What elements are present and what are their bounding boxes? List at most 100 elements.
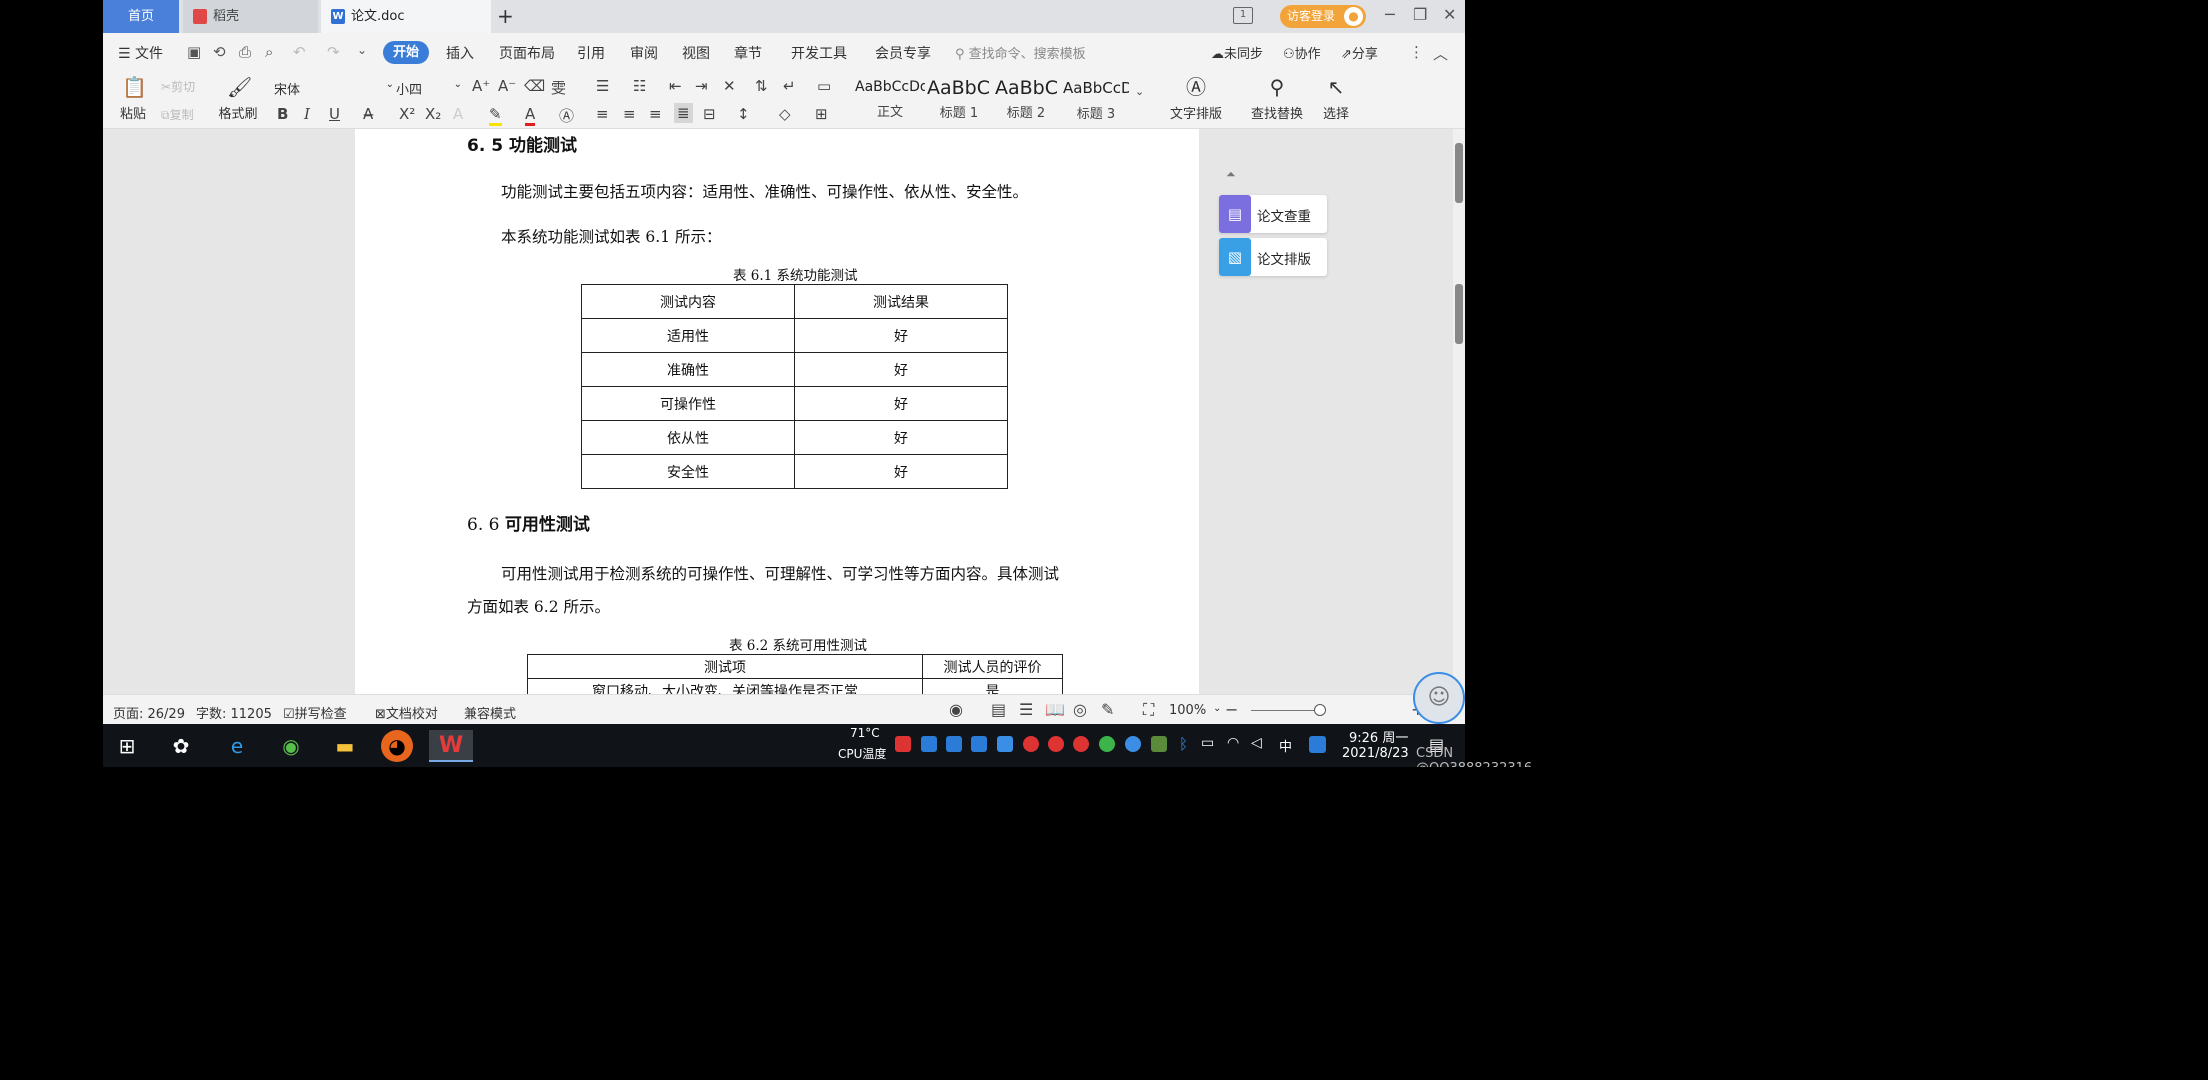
ruler-icon[interactable]: ▭ <box>817 77 831 95</box>
tray-app-icon[interactable] <box>1125 736 1141 752</box>
shield-icon[interactable] <box>997 736 1013 752</box>
undo-history-icon[interactable]: ⟲ <box>213 43 226 61</box>
char-border-icon[interactable]: Ⓐ <box>559 105 574 126</box>
style-heading-3[interactable]: AaBbCcD 标题 3 <box>1063 79 1129 122</box>
underline-icon[interactable]: U <box>329 105 340 123</box>
tab-developer[interactable]: 开发工具 <box>791 43 847 63</box>
show-marks-icon[interactable]: ↵ <box>783 77 796 95</box>
close-button[interactable]: ✕ <box>1443 5 1456 24</box>
sort-icon[interactable]: ⇅ <box>755 77 768 95</box>
chinese-layout-icon[interactable]: ✕ <box>723 77 736 95</box>
visitor-login-button[interactable]: 访客登录 ● <box>1280 5 1366 28</box>
document-page[interactable]: 6. 5 功能测试 功能测试主要包括五项内容：适用性、准确性、可操作性、依从性、… <box>355 129 1199 694</box>
qq-icon[interactable] <box>1048 736 1064 752</box>
save-icon[interactable]: ▣ <box>187 43 201 61</box>
shrink-font-icon[interactable]: A⁻ <box>498 77 516 95</box>
file-menu[interactable]: ☰ 文件 <box>118 43 163 63</box>
numbered-list-icon[interactable]: ☷ <box>633 77 646 95</box>
new-tab-button[interactable]: + <box>497 4 514 28</box>
justify-icon[interactable]: ≣ <box>674 103 693 123</box>
command-search[interactable]: ⚲ 查找命令、搜索模板 <box>955 43 1086 62</box>
tray-app-icon[interactable] <box>1099 736 1115 752</box>
style-normal[interactable]: AaBbCcDd 正文 <box>855 79 925 120</box>
tab-home[interactable]: 首页 <box>103 0 179 33</box>
zoom-slider[interactable] <box>1251 710 1317 711</box>
wps-taskbar-icon[interactable]: W <box>429 730 473 762</box>
decrease-indent-icon[interactable]: ⇤ <box>669 77 682 95</box>
restore-button[interactable]: ❐ <box>1413 5 1427 24</box>
cut-button[interactable]: ✂剪切 <box>161 78 195 95</box>
scrollbar-thumb[interactable] <box>1455 284 1463 344</box>
grow-font-icon[interactable]: A⁺ <box>472 77 490 95</box>
sync-status[interactable]: ☁未同步 <box>1211 43 1263 62</box>
customize-chevron-icon[interactable]: ⌄ <box>357 43 367 57</box>
tray-app-icon[interactable] <box>895 736 911 752</box>
word-count[interactable]: 字数: 11205 <box>196 703 272 722</box>
green-app-icon[interactable]: ◉ <box>273 730 309 762</box>
collapse-ribbon-icon[interactable]: ︿ <box>1433 43 1448 64</box>
volume-icon[interactable]: ◁ <box>1251 735 1262 751</box>
minimize-button[interactable]: ─ <box>1385 5 1395 24</box>
tab-view[interactable]: 视图 <box>682 43 710 63</box>
font-name-select[interactable]: 宋体 ⌄ <box>274 79 394 98</box>
app-orange-icon[interactable]: ◕ <box>381 730 413 762</box>
shading-icon[interactable]: ◇ <box>779 105 791 123</box>
web-view-icon[interactable]: ◎ <box>1073 700 1087 719</box>
text-layout-button[interactable]: Ⓐ 文字排版 <box>1165 75 1227 122</box>
tray-app-icon[interactable] <box>971 736 987 752</box>
style-heading-2[interactable]: AaBbC 标题 2 <box>995 77 1057 121</box>
search-q-icon[interactable] <box>1309 736 1326 753</box>
scrollbar-thumb[interactable] <box>1455 143 1463 203</box>
ie-browser-icon[interactable]: e <box>219 730 255 762</box>
undo-icon[interactable]: ↶ <box>293 43 306 61</box>
app-pinwheel-icon[interactable]: ✿ <box>163 730 199 762</box>
phonetic-icon[interactable]: 雯 <box>551 77 566 98</box>
start-windows-icon[interactable]: ⊞ <box>109 730 145 762</box>
vertical-scrollbar[interactable] <box>1453 129 1465 694</box>
bullet-list-icon[interactable]: ☰ <box>596 77 609 95</box>
battery-icon[interactable]: ▭ <box>1201 735 1214 751</box>
print-icon[interactable]: ⎙ <box>239 43 251 61</box>
align-center-icon[interactable]: ≡ <box>623 105 636 123</box>
tab-insert[interactable]: 插入 <box>446 43 474 63</box>
bluetooth-icon[interactable]: ᛒ <box>1179 735 1188 753</box>
zoom-level[interactable]: 100% <box>1169 703 1206 718</box>
select-button[interactable]: ↖ 选择 <box>1317 75 1355 122</box>
page-view-icon[interactable]: ▤ <box>991 700 1006 719</box>
reading-view-icon[interactable]: 📖 <box>1045 700 1065 719</box>
clock-time[interactable]: 9:26 周一 <box>1349 727 1408 746</box>
fit-page-icon[interactable]: ⛶ <box>1143 700 1154 720</box>
zoom-out-icon[interactable]: − <box>1225 700 1238 719</box>
zoom-dropdown-icon[interactable]: ⌄ <box>1213 703 1221 714</box>
file-explorer-icon[interactable]: ▬ <box>327 730 363 762</box>
paper-format-button[interactable]: ▧ 论文排版 <box>1219 238 1327 276</box>
qq-icon[interactable] <box>1073 736 1089 752</box>
borders-icon[interactable]: ⊞ <box>815 105 828 123</box>
nvidia-icon[interactable] <box>1151 736 1167 752</box>
tab-member[interactable]: 会员专享 <box>875 43 931 63</box>
eye-protection-icon[interactable]: ◉ <box>949 700 963 719</box>
print-preview-icon[interactable]: ⌕ <box>265 43 273 61</box>
italic-icon[interactable]: I <box>304 105 310 123</box>
text-effect-icon[interactable]: A <box>453 105 463 123</box>
tab-start[interactable]: 开始 <box>383 41 429 64</box>
write-mode-icon[interactable]: ✎ <box>1101 700 1114 719</box>
tab-document[interactable]: W 论文.doc <box>321 0 491 33</box>
spell-check-button[interactable]: ☑拼写检查 <box>283 703 347 722</box>
paste-button[interactable]: 📋 粘贴 <box>115 75 151 122</box>
align-right-icon[interactable]: ≡ <box>649 105 662 123</box>
copy-button[interactable]: ⧉复制 <box>161 106 194 123</box>
tray-app-icon[interactable] <box>921 736 937 752</box>
wifi-icon[interactable]: ◠ <box>1227 735 1239 751</box>
more-icon[interactable]: ⋮ <box>1409 43 1424 61</box>
clear-format-icon[interactable]: ⌫ <box>524 77 545 95</box>
collaborate-button[interactable]: ⚇协作 <box>1283 43 1321 62</box>
redo-icon[interactable]: ↷ <box>327 43 340 61</box>
tray-app-icon[interactable] <box>946 736 962 752</box>
paper-check-button[interactable]: ▤ 论文查重 <box>1219 195 1327 233</box>
font-size-select[interactable]: 小四 ⌄ <box>396 79 462 98</box>
subscript-icon[interactable]: X₂ <box>425 105 441 123</box>
assistant-bubble-icon[interactable]: ☺ <box>1413 672 1465 724</box>
doc-proof-button[interactable]: ⊠文档校对 <box>375 703 438 722</box>
strikethrough-icon[interactable]: A̶ <box>363 105 373 123</box>
